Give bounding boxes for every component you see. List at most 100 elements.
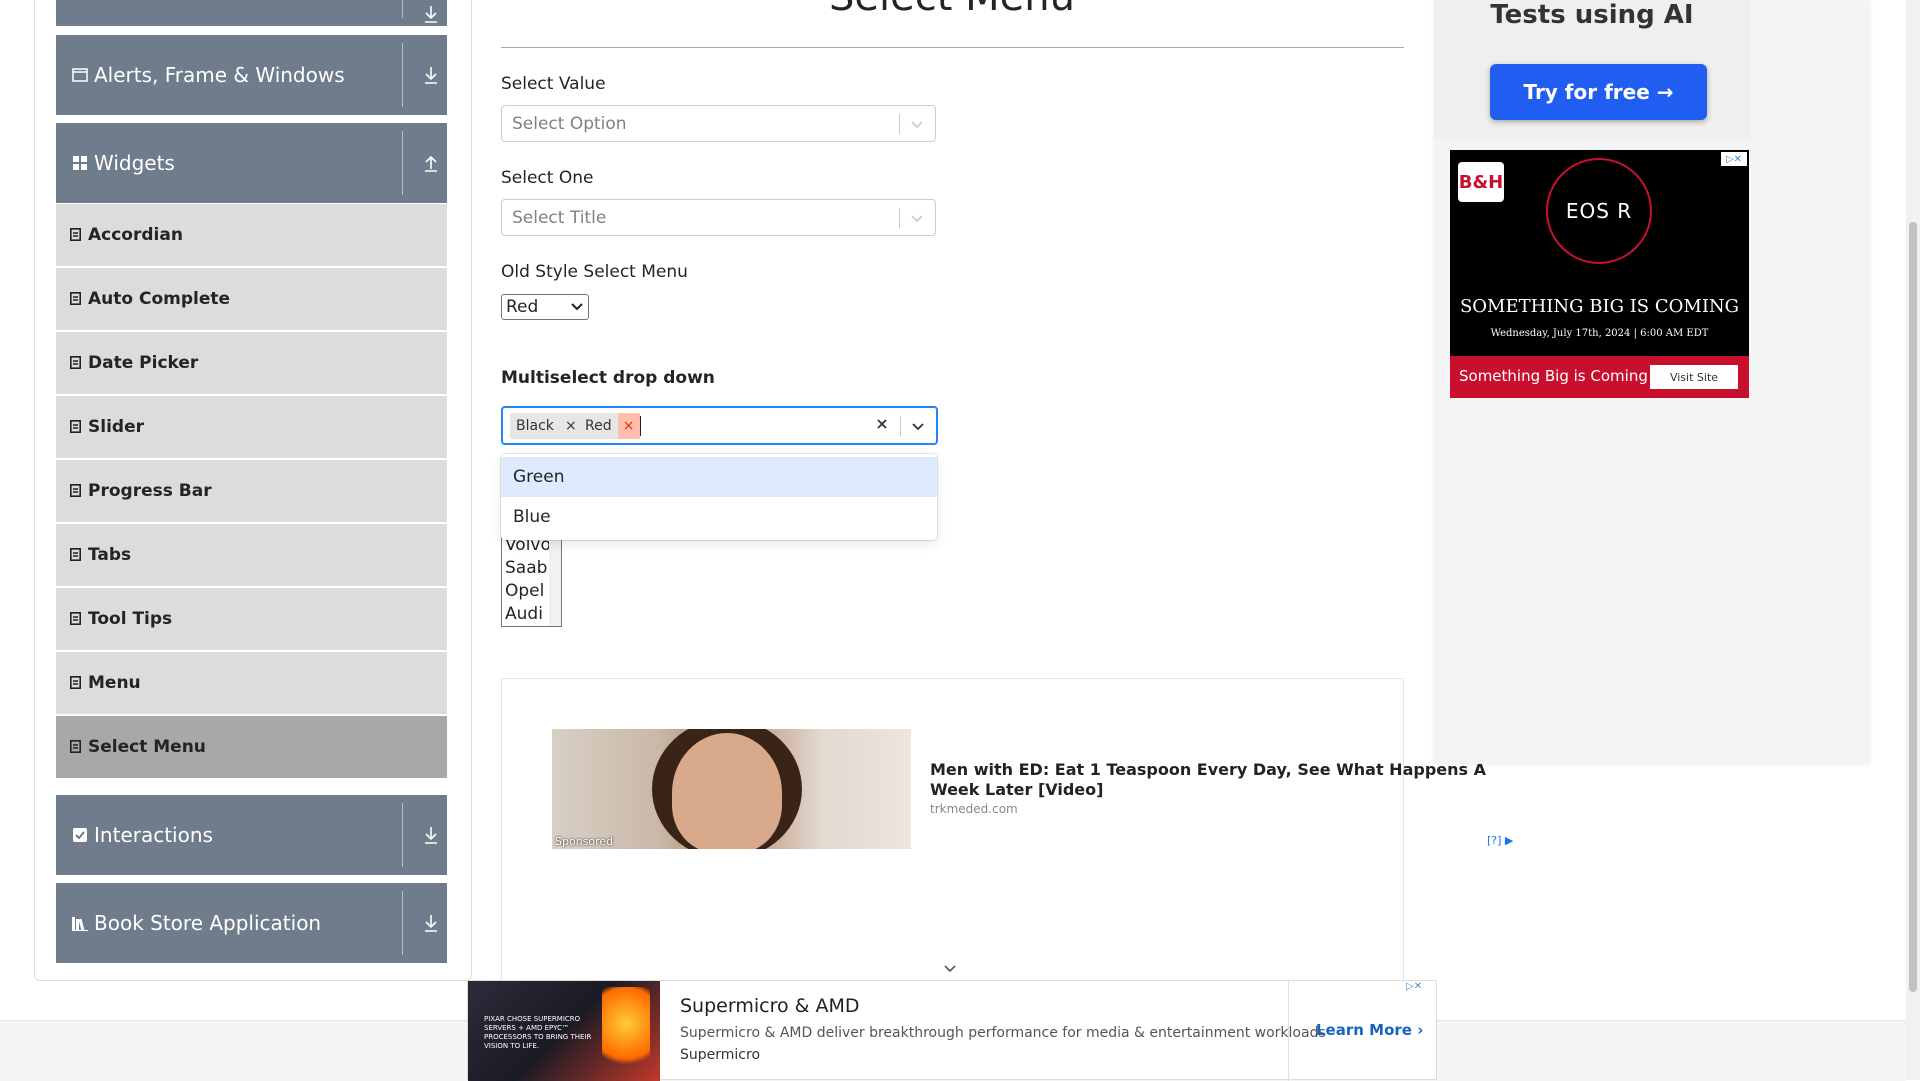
expand-arrow-icon[interactable] (422, 913, 440, 933)
sidebar-group-alerts[interactable]: Alerts, Frame & Windows (56, 35, 447, 115)
group-label: Book Store Application (94, 911, 322, 935)
group-label: Widgets (94, 151, 175, 175)
chip-remove-icon[interactable]: × (617, 413, 640, 439)
group-separator (402, 803, 403, 867)
group-separator (402, 43, 403, 107)
item-icon (70, 612, 82, 626)
sidebar-item-label: Auto Complete (88, 289, 231, 309)
sidebar-item-tabs[interactable]: Tabs (56, 524, 447, 586)
collapse-arrow-icon[interactable] (422, 153, 440, 173)
divider (1288, 981, 1289, 1081)
indicator-separator (899, 208, 900, 228)
sidebar-item-label: Accordian (88, 225, 183, 245)
item-icon (70, 292, 82, 306)
select-value-label: Select Value (501, 74, 606, 94)
sidebar-item-accordian[interactable]: Accordian (56, 204, 447, 266)
title-divider (501, 47, 1404, 48)
car-option[interactable]: Opel (505, 581, 544, 601)
bh-ad[interactable]: B&H EOS R SOMETHING BIG IS COMING Wednes… (1450, 150, 1749, 398)
collapse-arrow-icon[interactable] (422, 4, 440, 24)
group-label: Alerts, Frame & Windows (94, 63, 345, 87)
bottom-ad-image: PIXAR CHOSE SUPERMICRO SERVERS + AMD EPY… (468, 981, 660, 1081)
ad-close-icon[interactable]: ▷✕ (1721, 152, 1747, 166)
sidebar-item-tool-tips[interactable]: Tool Tips (56, 588, 447, 650)
bottom-ad-title: Supermicro & AMD (680, 995, 860, 1017)
chip-red: Red × (579, 413, 640, 439)
bh-logo: B&H (1458, 162, 1504, 202)
cars-multi-select[interactable]: Volvo Saab Opel Audi (501, 530, 562, 627)
old-style-selected-value: Red (506, 297, 539, 317)
bh-footer: Something Big is Coming Visit Site (1450, 356, 1749, 398)
chip-label: Black (516, 418, 554, 434)
chevron-down-icon[interactable] (910, 211, 924, 225)
chevron-down-icon[interactable] (943, 964, 957, 974)
bottom-ad-image-text: PIXAR CHOSE SUPERMICRO SERVERS + AMD EPY… (484, 1015, 592, 1050)
sidebar-item-auto-complete[interactable]: Auto Complete (56, 268, 447, 330)
sidebar-group-forms[interactable] (56, 0, 447, 26)
chevron-down-icon[interactable] (911, 419, 925, 433)
item-icon (70, 740, 82, 754)
text-cursor[interactable] (640, 416, 641, 436)
ad-choices-icon[interactable]: [?] ▶ (1487, 834, 1513, 847)
sidebar-item-label: Tool Tips (88, 609, 173, 629)
visit-site-button[interactable]: Visit Site (1650, 365, 1738, 389)
sidebar-item-select-menu[interactable]: Select Menu (56, 716, 447, 778)
item-icon (70, 420, 82, 434)
expand-arrow-icon[interactable] (422, 825, 440, 845)
ad-image[interactable]: Sponsored (552, 729, 911, 849)
ad-close-icon[interactable]: ▷✕ (1406, 981, 1436, 997)
multiselect-label: Multiselect drop down (501, 368, 715, 388)
bottom-ad-brand: Supermicro (680, 1047, 761, 1063)
select-value-placeholder: Select Option (512, 114, 627, 134)
clear-icon[interactable] (875, 417, 889, 431)
sidebar-group-book-store[interactable]: Book Store Application (56, 883, 447, 963)
sidebar-item-label: Menu (88, 673, 141, 693)
item-icon (70, 356, 82, 370)
eos-r-badge: EOS R (1546, 158, 1652, 264)
multiselect-menu: Green Blue (501, 454, 937, 540)
multiselect-dropdown[interactable]: Black × Red × (501, 406, 938, 445)
group-separator (402, 891, 403, 955)
option-blue[interactable]: Blue (501, 497, 937, 537)
page-scrollbar[interactable] (1906, 0, 1920, 1080)
sidebar-group-interactions[interactable]: Interactions (56, 795, 447, 875)
item-icon (70, 676, 82, 690)
old-style-label: Old Style Select Menu (501, 262, 688, 282)
ai-ad-tagline: Tests using AI (1490, 0, 1694, 30)
sponsored-label: Sponsored (555, 835, 614, 848)
select-one-dropdown[interactable]: Select Title (501, 199, 936, 236)
ad-choices-label: [?] (1487, 834, 1502, 847)
option-green[interactable]: Green (501, 457, 937, 497)
sidebar-item-date-picker[interactable]: Date Picker (56, 332, 447, 394)
try-for-free-button[interactable]: Try for free → (1490, 64, 1707, 120)
ad-headline[interactable]: Men with ED: Eat 1 Teaspoon Every Day, S… (930, 760, 1520, 800)
bottom-ad[interactable]: PIXAR CHOSE SUPERMICRO SERVERS + AMD EPY… (467, 980, 1437, 1081)
old-style-select[interactable]: Red (501, 294, 589, 320)
indicator-separator (899, 114, 900, 134)
item-icon (70, 548, 82, 562)
scrollbar-thumb[interactable] (1909, 222, 1917, 992)
sidebar-group-widgets[interactable]: Widgets (56, 123, 447, 203)
bh-date: Wednesday, July 17th, 2024 | 6:00 AM EDT (1490, 328, 1709, 339)
car-option[interactable]: Saab (505, 558, 547, 578)
character-illustration (602, 987, 650, 1077)
expand-arrow-icon[interactable] (422, 65, 440, 85)
car-option[interactable]: Audi (505, 604, 543, 624)
sidebar-item-label: Slider (88, 417, 144, 437)
chip-label: Red (585, 418, 612, 434)
ad-domain: trkmeded.com (930, 802, 1018, 816)
sidebar-item-progress-bar[interactable]: Progress Bar (56, 460, 447, 522)
list-scrollbar[interactable] (549, 531, 561, 626)
group-label: Interactions (94, 823, 213, 847)
sidebar-item-slider[interactable]: Slider (56, 396, 447, 458)
select-value-dropdown[interactable]: Select Option (501, 105, 936, 142)
learn-more-label: Learn More (1316, 1021, 1412, 1039)
interactions-icon (72, 827, 88, 843)
widgets-icon (72, 155, 88, 171)
chevron-down-icon[interactable] (910, 117, 924, 131)
item-icon (70, 228, 82, 242)
indicator-separator (900, 416, 901, 436)
sidebar-item-label: Progress Bar (88, 481, 212, 501)
learn-more-button[interactable]: Learn More › (1316, 1021, 1423, 1039)
sidebar-item-menu[interactable]: Menu (56, 652, 447, 714)
